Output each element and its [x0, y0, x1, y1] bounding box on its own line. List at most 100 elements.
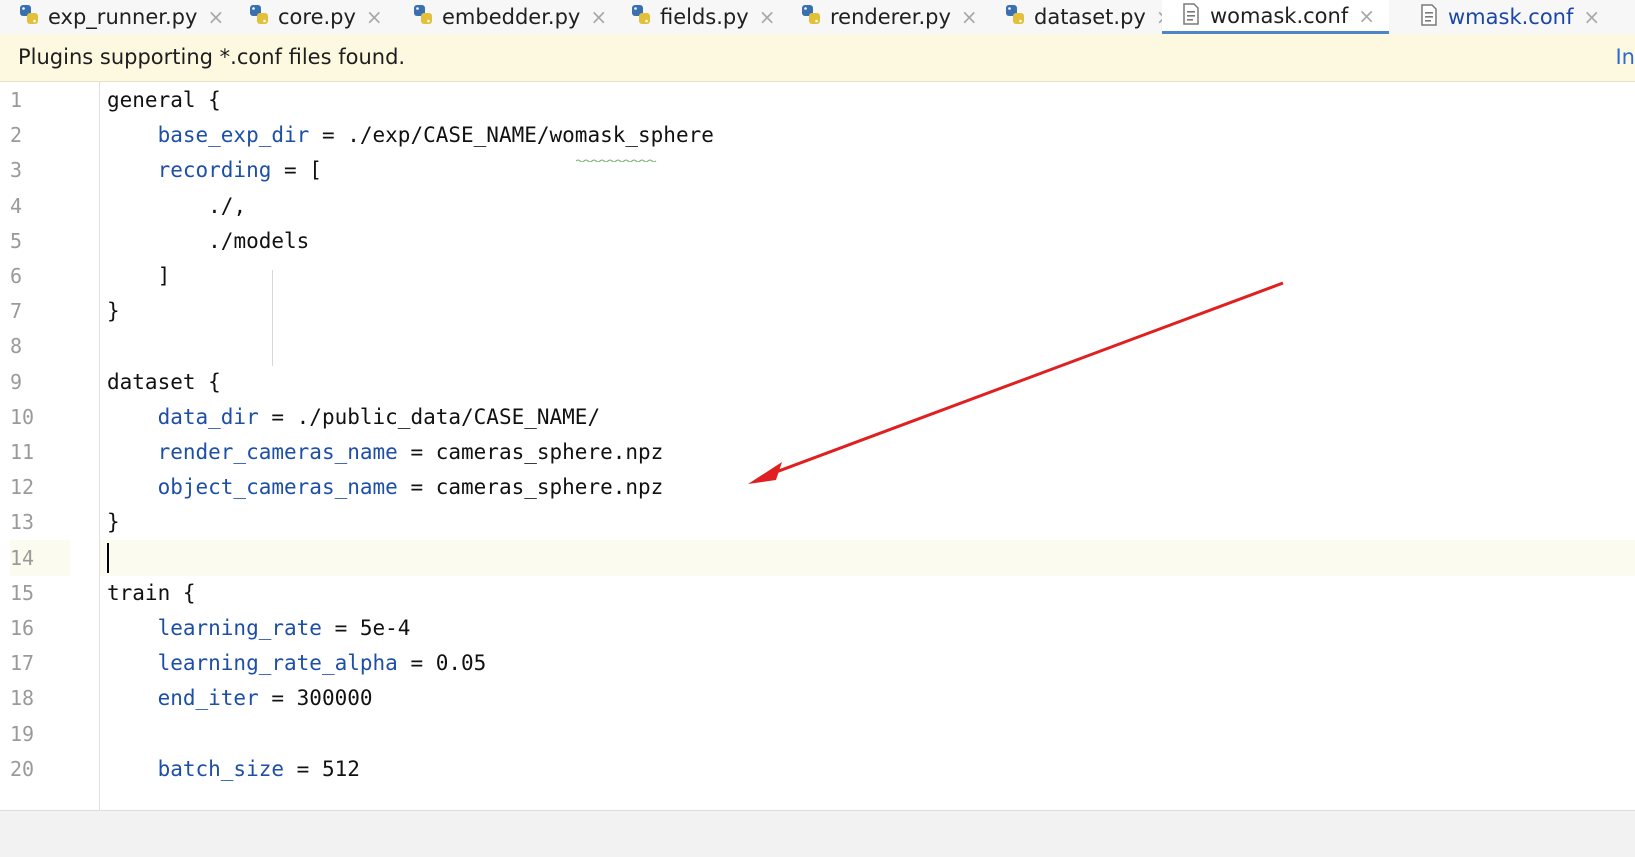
tab-label: womask.conf: [1210, 3, 1349, 28]
python-file-icon: [1004, 4, 1026, 26]
line-number-gutter: 1 2 3 4 5 6 7 8 9 10 11 12 13 14 15 16 17 18 19 20: [0, 82, 100, 810]
line-number: 8: [10, 334, 23, 359]
code-editor[interactable]: general { base_exp_dir = ./exp/CASE_NAME…: [100, 82, 1635, 810]
config-key: batch_size: [157, 756, 285, 781]
config-value: }: [107, 299, 120, 324]
text-file-icon: [1180, 2, 1202, 25]
tab-wmask-conf[interactable]: wmask.conf ×: [1418, 0, 1600, 34]
code-line[interactable]: [100, 328, 1635, 364]
tab-label: embedder.py: [442, 5, 581, 29]
close-icon[interactable]: ×: [366, 5, 383, 29]
code-line[interactable]: learning_rate_alpha = 0.05: [100, 645, 1635, 681]
tab-dataset-py[interactable]: dataset.py×: [1004, 0, 1173, 34]
config-key: base_exp_dir: [157, 123, 310, 148]
line-number: 7: [10, 299, 23, 324]
config-key: learning_rate_alpha: [157, 651, 398, 676]
tab-fields-py[interactable]: fields.py ×: [630, 0, 775, 34]
code-line[interactable]: train {: [100, 575, 1635, 611]
code-line[interactable]: render_cameras_name = cameras_sphere.npz: [100, 434, 1635, 470]
code-line[interactable]: end_iter = 300000: [100, 680, 1635, 716]
line-number: 15: [10, 580, 35, 605]
code-line[interactable]: ]: [100, 258, 1635, 294]
code-line[interactable]: }: [100, 504, 1635, 540]
config-key: render_cameras_name: [157, 440, 398, 464]
tab-label: fields.py: [660, 5, 749, 29]
python-file-icon: [800, 4, 822, 26]
tab-label: exp_runner.py: [48, 5, 198, 29]
status-bar: [0, 810, 1635, 857]
code-line[interactable]: ./,: [100, 188, 1635, 224]
code-line[interactable]: base_exp_dir = ./exp/CASE_NAME/womask_sp…: [100, 117, 1635, 153]
line-number: 16: [10, 616, 35, 640]
code-line[interactable]: [100, 716, 1635, 752]
tab-womask-conf[interactable]: womask.conf ×: [1162, 0, 1389, 34]
code-line[interactable]: batch_size = 512: [100, 751, 1635, 787]
config-value: = 512: [284, 756, 360, 781]
python-file-icon: [248, 4, 270, 26]
close-icon[interactable]: ×: [590, 5, 607, 29]
tab-label: renderer.py: [830, 5, 951, 29]
config-value: = cameras_sphere.npz: [397, 475, 664, 500]
config-value: ./models: [208, 228, 310, 253]
config-value: = 300000: [258, 686, 373, 711]
config-key: object_cameras_name: [157, 475, 398, 500]
code-line[interactable]: ./models: [100, 223, 1635, 259]
tab-label: wmask.conf: [1448, 5, 1574, 29]
config-value: ./,: [208, 193, 247, 218]
python-file-icon: [412, 4, 434, 26]
text-file-icon: [1418, 4, 1440, 26]
code-line[interactable]: [100, 540, 1635, 576]
config-key: recording: [157, 158, 272, 183]
config-value: ]: [157, 264, 171, 288]
tab-exp-runner-py[interactable]: exp_runner.py ×: [18, 0, 224, 34]
line-number: 17: [10, 651, 35, 676]
editor-tab-bar: exp_runner.py × core.py × embedder.py × fields…: [0, 0, 1635, 35]
config-value: = [: [271, 158, 322, 183]
line-number: 13: [10, 510, 35, 535]
banner-message: Plugins supporting *.conf files found.: [18, 45, 406, 69]
code-line[interactable]: learning_rate = 5e-4: [100, 610, 1635, 646]
config-value: dataset {: [107, 369, 221, 394]
tab-label: core.py: [278, 5, 356, 29]
code-line[interactable]: recording = [: [100, 152, 1635, 188]
line-number: 14: [10, 539, 70, 576]
code-line[interactable]: general {: [100, 82, 1635, 118]
close-icon[interactable]: ×: [759, 5, 776, 29]
close-icon[interactable]: ×: [1358, 4, 1375, 28]
code-line[interactable]: }: [100, 293, 1635, 329]
tab-renderer-py[interactable]: renderer.py ×: [800, 0, 978, 34]
line-number: 10: [10, 404, 35, 429]
tab-label: dataset.py: [1034, 5, 1146, 29]
config-value: = 0.05: [397, 651, 487, 676]
banner-install-link[interactable]: In: [1615, 45, 1635, 69]
tab-embedder-py[interactable]: embedder.py ×: [412, 0, 607, 34]
plugin-notification-banner: Plugins supporting *.conf files found. I…: [0, 34, 1635, 82]
config-value: = ./exp/CASE_NAME/womask_sphere: [309, 123, 714, 148]
code-line[interactable]: object_cameras_name = cameras_sphere.npz: [100, 469, 1635, 505]
close-icon[interactable]: ×: [1583, 5, 1600, 29]
close-icon[interactable]: ×: [961, 5, 978, 29]
code-line[interactable]: data_dir = ./public_data/CASE_NAME/: [100, 399, 1635, 435]
config-value: = 5e-4: [321, 616, 411, 640]
close-icon[interactable]: ×: [207, 5, 224, 29]
spellcheck-underline: [575, 147, 658, 163]
line-number: 4: [10, 193, 23, 218]
line-number: 3: [10, 158, 23, 183]
line-number: 1: [10, 88, 23, 112]
tab-core-py[interactable]: core.py ×: [248, 0, 383, 34]
config-value: = cameras_sphere.npz: [397, 440, 664, 464]
config-key: general {: [107, 88, 221, 112]
config-key: learning_rate: [157, 616, 322, 640]
python-file-icon: [18, 4, 40, 26]
code-line[interactable]: dataset {: [100, 364, 1635, 400]
